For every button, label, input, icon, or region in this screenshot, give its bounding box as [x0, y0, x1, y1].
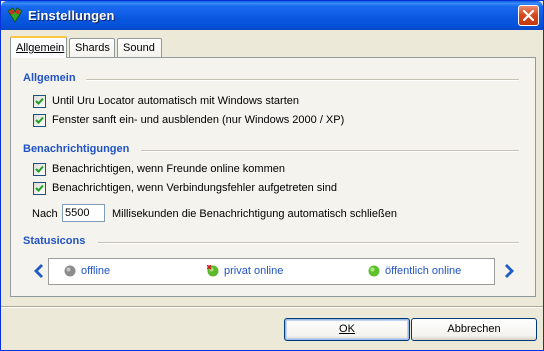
cancel-button[interactable]: Abbrechen — [411, 318, 537, 341]
fade-label: Fenster sanft ein- und ausblenden (nur W… — [52, 114, 345, 126]
checkmark-icon — [35, 116, 44, 124]
tab-label: Sound — [123, 42, 155, 54]
friends-online-checkbox[interactable] — [33, 163, 46, 176]
checkmark-icon — [35, 165, 44, 173]
scroll-left-arrow-icon[interactable] — [32, 263, 44, 279]
friends-online-label: Benachrichtigen, wenn Freunde online kom… — [52, 163, 285, 175]
autostart-label: Until Uru Locator automatisch mit Window… — [52, 95, 299, 107]
timeout-prefix: Nach — [32, 208, 58, 220]
status-private-label: privat online — [224, 265, 284, 277]
timeout-input[interactable] — [62, 204, 105, 222]
green-private-status-icon — [207, 265, 219, 277]
connection-error-label: Benachrichtigen, wenn Verbindungsfehler … — [52, 182, 337, 194]
button-bar-divider — [1, 306, 543, 308]
connection-error-checkbox[interactable] — [33, 182, 46, 195]
scroll-right-arrow-icon[interactable] — [504, 263, 516, 279]
section-divider — [98, 242, 519, 244]
tab-shards[interactable]: Shards — [69, 38, 115, 57]
section-divider — [86, 79, 519, 81]
status-public-label: öffentlich online — [385, 265, 462, 277]
cancel-button-label: Abbrechen — [447, 323, 501, 335]
green-status-icon — [368, 265, 380, 277]
app-icon — [7, 7, 23, 23]
autostart-checkbox[interactable] — [33, 95, 46, 108]
window-title: Einstellungen — [28, 8, 115, 23]
section-heading-notifications: Benachrichtigungen — [23, 143, 130, 155]
section-heading-general: Allgemein — [23, 72, 76, 84]
fade-checkbox[interactable] — [33, 114, 46, 127]
settings-window: Einstellungen Allgemein Shards Sound All… — [0, 0, 544, 351]
timeout-suffix: Millisekunden die Benachrichtigung autom… — [112, 208, 397, 220]
checkmark-icon — [35, 184, 44, 192]
tab-label: Allgemein — [16, 42, 65, 54]
close-icon — [523, 10, 534, 21]
ok-button-label: OK — [339, 323, 355, 335]
gray-status-icon — [64, 265, 76, 277]
status-icons-list: offline privat online öffentlich online — [48, 258, 495, 285]
tab-label: Shards — [75, 42, 110, 54]
title-bar[interactable]: Einstellungen — [1, 1, 543, 30]
close-button[interactable] — [518, 5, 539, 26]
section-divider — [141, 150, 519, 152]
tab-sound[interactable]: Sound — [117, 38, 162, 57]
section-heading-statusicons: Statusicons — [23, 235, 86, 247]
checkmark-icon — [35, 97, 44, 105]
ok-button[interactable]: OK — [284, 318, 410, 341]
status-offline-label: offline — [81, 265, 111, 277]
tab-allgemein[interactable]: Allgemein — [10, 36, 67, 58]
